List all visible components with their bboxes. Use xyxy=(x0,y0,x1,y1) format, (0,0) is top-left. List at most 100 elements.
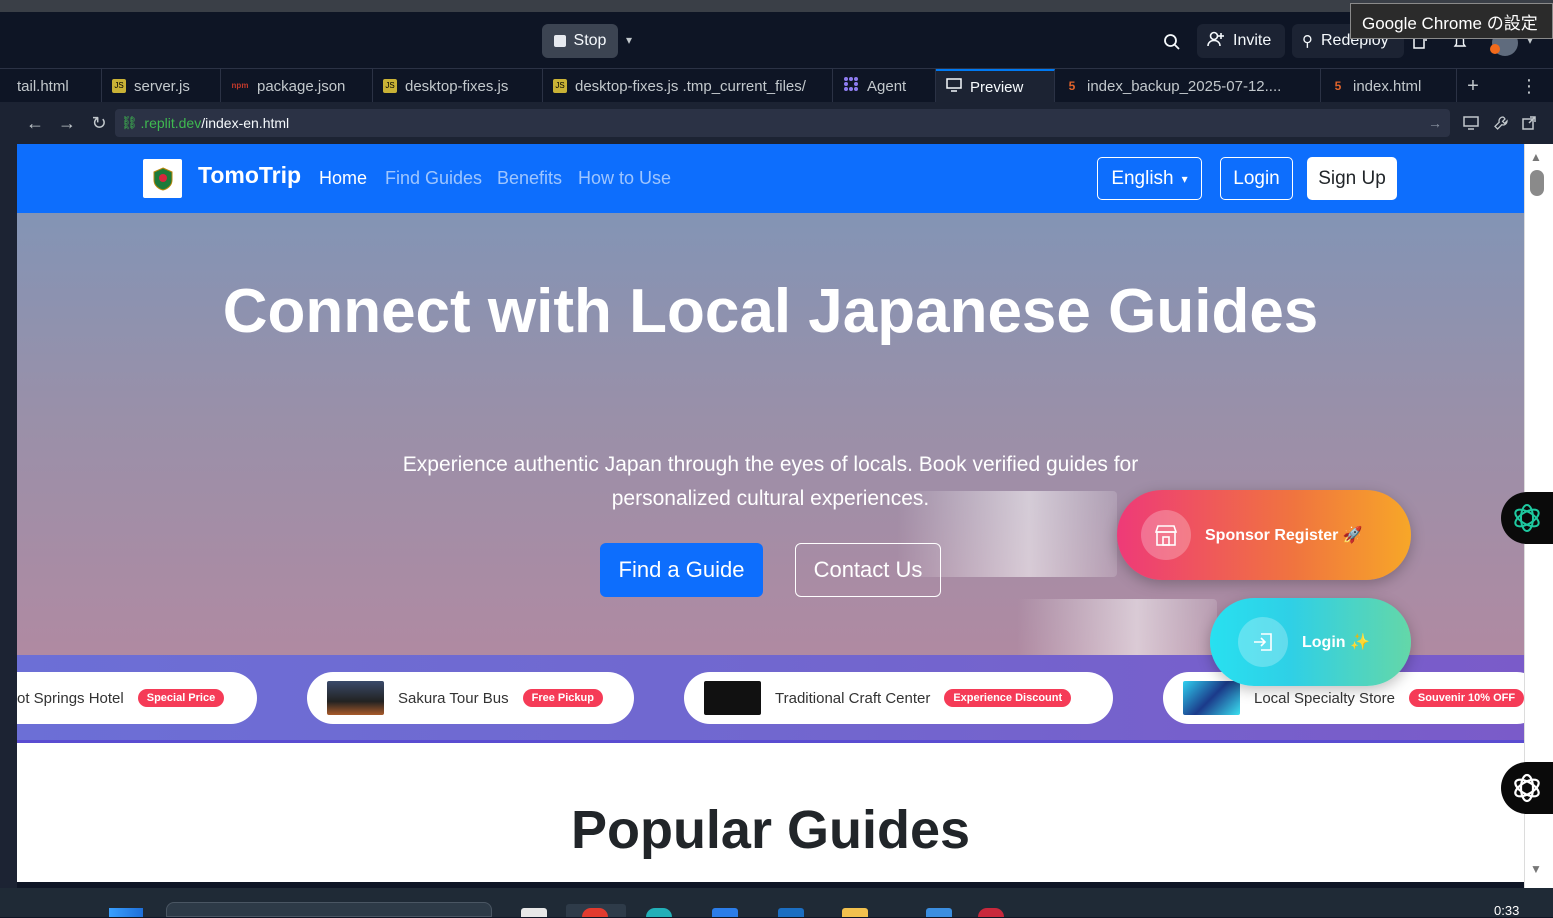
tab-preview[interactable]: Preview xyxy=(936,69,1055,103)
tab-label: package.json xyxy=(257,77,346,95)
tab-label: server.js xyxy=(134,77,190,95)
language-label: English xyxy=(1111,167,1174,189)
hero-title: Connect with Local Japanese Guides xyxy=(222,277,1319,346)
vscode-icon[interactable] xyxy=(712,908,738,917)
light-streak-decoration xyxy=(897,491,1117,577)
brand-name[interactable]: TomoTrip xyxy=(198,162,301,189)
url-path: /index-en.html xyxy=(201,115,290,131)
js-file-icon: JS xyxy=(553,79,567,93)
tab-label: index_backup_2025-07-12.... xyxy=(1087,77,1282,95)
app-icon[interactable] xyxy=(978,908,1004,917)
tab-label: desktop-fixes.js xyxy=(405,77,509,95)
nav-find-guides[interactable]: Find Guides xyxy=(385,168,482,189)
tab-package-json[interactable]: npm package.json xyxy=(221,69,373,103)
tab-tail-html[interactable]: tail.html xyxy=(0,69,102,103)
file-app-icon[interactable] xyxy=(521,908,547,917)
tab-server-js[interactable]: JS server.js xyxy=(102,69,221,103)
hero-section: Connect with Local Japanese Guides Exper… xyxy=(17,213,1524,685)
login-button[interactable]: Login xyxy=(1220,157,1293,200)
store-icon xyxy=(1141,510,1191,560)
link-icon: ⛓ xyxy=(121,115,138,130)
sponsor-badge: Free Pickup xyxy=(522,689,603,707)
url-domain: .replit.dev xyxy=(140,115,202,131)
stop-button[interactable]: Stop xyxy=(542,24,618,58)
scrollbar-thumb[interactable] xyxy=(1530,170,1544,196)
windows-start-icon[interactable] xyxy=(109,908,143,917)
reload-icon[interactable]: ↻ xyxy=(88,112,110,134)
more-options-icon[interactable]: ⋮ xyxy=(1518,75,1540,97)
agent-icon xyxy=(843,76,859,96)
stop-icon xyxy=(553,35,566,47)
js-file-icon: JS xyxy=(383,79,397,93)
folder-icon[interactable] xyxy=(842,908,868,917)
new-tab-plus-icon[interactable]: + xyxy=(1462,75,1484,97)
tab-label: index.html xyxy=(1353,77,1422,95)
nav-benefits[interactable]: Benefits xyxy=(497,168,562,189)
notification-dot xyxy=(1490,44,1500,54)
editor-tab-bar: tail.html JS server.js npm package.json … xyxy=(0,68,1553,103)
sponsor-card[interactable]: Sakura Tour Bus Free Pickup xyxy=(307,672,634,724)
invite-button[interactable]: Invite xyxy=(1197,24,1285,58)
windows-taskbar: 0:33 xyxy=(0,888,1553,918)
tab-agent[interactable]: Agent xyxy=(833,69,936,103)
tab-index-backup[interactable]: 5 index_backup_2025-07-12.... xyxy=(1055,69,1321,103)
left-gutter xyxy=(0,144,17,888)
sponsor-card[interactable]: ot Springs Hotel Special Price xyxy=(17,672,257,724)
html-file-icon: 5 xyxy=(1334,79,1342,93)
chatgpt-icon[interactable] xyxy=(1501,762,1553,814)
chevron-down-icon[interactable]: ▾ xyxy=(622,30,636,50)
tab-label: tail.html xyxy=(17,77,69,95)
sponsor-image xyxy=(327,681,384,715)
tab-index-html[interactable]: 5 index.html xyxy=(1321,69,1457,103)
clock[interactable]: 0:33 xyxy=(1494,903,1519,918)
tab-desktop-fixes-tmp[interactable]: JS desktop-fixes.js .tmp_current_files/ xyxy=(543,69,833,103)
monitor-icon xyxy=(946,78,962,96)
chrome-icon[interactable] xyxy=(582,908,608,917)
popular-guides-heading: Popular Guides xyxy=(570,800,971,860)
deploy-icon: ⚲ xyxy=(1302,33,1313,50)
scroll-up-arrow-icon[interactable]: ▲ xyxy=(1530,150,1542,164)
tooltip-text: Google Chrome の設定 xyxy=(1362,13,1538,33)
url-field[interactable]: ⛓ .replit.dev /index-en.html → xyxy=(115,109,1450,137)
sponsor-badge: Special Price xyxy=(137,689,225,707)
open-in-new-tab-icon[interactable] xyxy=(1518,112,1540,134)
sponsor-register-button[interactable]: Sponsor Register 🚀 xyxy=(1117,490,1411,580)
tab-desktop-fixes-js[interactable]: JS desktop-fixes.js xyxy=(373,69,543,103)
ai-assistant-icon[interactable] xyxy=(1501,492,1553,544)
sponsor-badge: Souvenir 10% OFF xyxy=(1408,689,1524,707)
go-arrow-icon[interactable]: → xyxy=(1428,115,1442,131)
edge-icon[interactable] xyxy=(646,908,672,917)
chrome-settings-tooltip: Google Chrome の設定 xyxy=(1350,3,1553,39)
add-user-icon xyxy=(1207,31,1225,52)
tab-label: desktop-fixes.js .tmp_current_files/ xyxy=(575,77,806,95)
taskbar-search-box[interactable] xyxy=(166,902,492,917)
sponsor-name: ot Springs Hotel xyxy=(17,689,124,707)
sponsor-image xyxy=(704,681,761,715)
sponsor-name: Traditional Craft Center xyxy=(775,689,931,707)
sponsor-card[interactable]: Traditional Craft Center Experience Disc… xyxy=(684,672,1113,724)
window-top-strip xyxy=(0,0,1553,12)
preview-toolbar: ← → ↻ ⛓ .replit.dev /index-en.html → xyxy=(0,102,1553,144)
tab-label: Agent xyxy=(867,77,907,95)
wrench-icon[interactable] xyxy=(1490,112,1512,134)
signup-button[interactable]: Sign Up xyxy=(1307,157,1397,200)
app-icon[interactable] xyxy=(926,908,952,917)
floating-login-label: Login ✨ xyxy=(1302,634,1370,651)
search-icon[interactable] xyxy=(1160,30,1184,54)
stop-label: Stop xyxy=(573,32,607,49)
brand-logo[interactable] xyxy=(143,159,182,198)
site-navbar: TomoTrip Home Find Guides Benefits How t… xyxy=(17,144,1524,213)
floating-login-button[interactable]: Login ✨ xyxy=(1210,598,1411,686)
invite-label: Invite xyxy=(1233,32,1272,49)
scroll-down-arrow-icon[interactable]: ▼ xyxy=(1530,862,1542,876)
nav-how-to-use[interactable]: How to Use xyxy=(578,168,671,189)
device-preview-icon[interactable] xyxy=(1460,112,1482,134)
nav-home[interactable]: Home xyxy=(319,168,367,189)
back-arrow-icon[interactable]: ← xyxy=(24,112,46,134)
language-dropdown[interactable]: English ▾ xyxy=(1097,157,1202,200)
find-guide-button[interactable]: Find a Guide xyxy=(600,543,763,597)
outlook-icon[interactable] xyxy=(778,908,804,917)
sponsor-image xyxy=(1183,681,1240,715)
forward-arrow-icon[interactable]: → xyxy=(56,112,78,134)
html-file-icon: 5 xyxy=(1068,79,1076,93)
